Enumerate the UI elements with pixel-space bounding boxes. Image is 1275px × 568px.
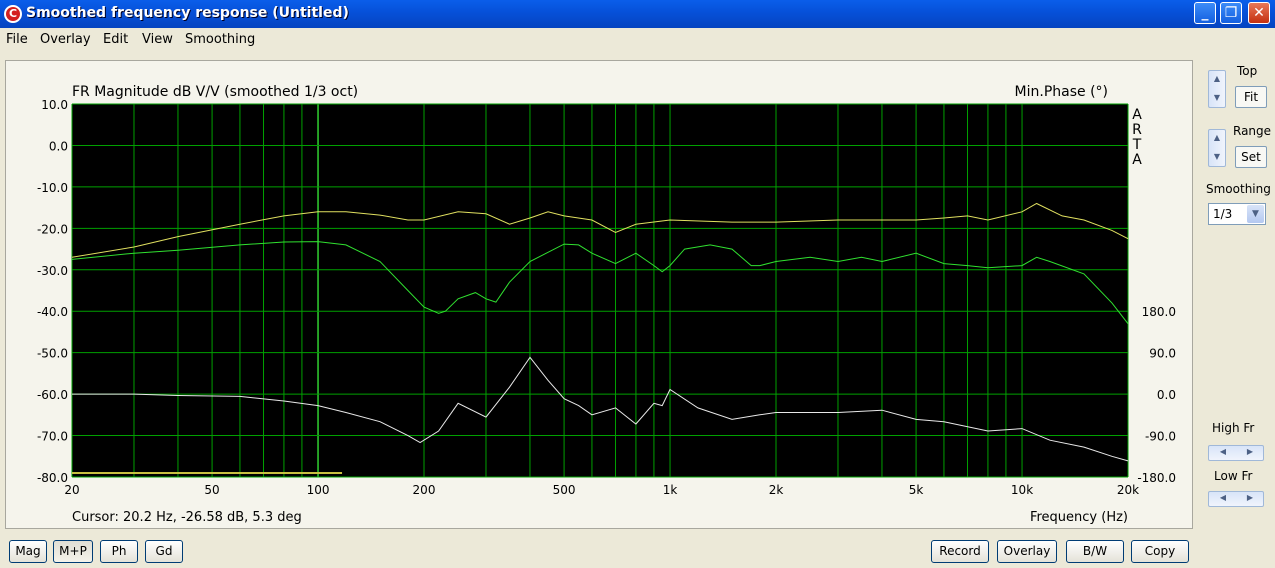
frequency-axis-label: Frequency (Hz)	[1030, 510, 1128, 525]
arta-watermark-letter: T	[1132, 137, 1142, 153]
frequency-tick-label: 50	[204, 483, 219, 497]
menu-file[interactable]: File	[6, 32, 28, 47]
low-fr-left-arrow-icon[interactable]: ◀	[1209, 493, 1237, 502]
frequency-tick-label: 200	[413, 483, 436, 497]
cursor-readout: Cursor: 20.2 Hz, -26.58 dB, 5.3 deg	[72, 510, 302, 525]
high-fr-spinner[interactable]: ◀ ▶	[1208, 445, 1264, 461]
magnitude-tick-label: -30.0	[37, 264, 68, 278]
smoothing-label: Smoothing	[1206, 182, 1271, 196]
magnitude-tick-label: -50.0	[37, 347, 68, 361]
phase-tick-label: 90.0	[1149, 347, 1176, 361]
phase-tick-label: -90.0	[1145, 430, 1176, 444]
overlay-button[interactable]: Overlay	[997, 540, 1057, 563]
range-up-arrow-icon[interactable]: ▲	[1209, 133, 1225, 142]
magnitude-tick-label: -40.0	[37, 305, 68, 319]
restore-button[interactable]: ❐	[1220, 2, 1242, 24]
magnitude-tick-label: -60.0	[37, 388, 68, 402]
range-down-arrow-icon[interactable]: ▼	[1209, 152, 1225, 161]
plot-area[interactable]	[72, 104, 1128, 477]
menu-overlay[interactable]: Overlay	[40, 32, 91, 47]
arta-watermark-letter: A	[1132, 107, 1142, 123]
low-fr-label: Low Fr	[1214, 469, 1253, 483]
minimize-button[interactable]: _	[1194, 2, 1216, 24]
frequency-tick-label: 2k	[769, 483, 784, 497]
phase-tick-label: 180.0	[1142, 305, 1176, 319]
frequency-tick-label: 20	[64, 483, 79, 497]
record-button[interactable]: Record	[931, 540, 989, 563]
mag-phase-button[interactable]: M+P	[53, 540, 93, 563]
low-fr-spinner[interactable]: ◀ ▶	[1208, 491, 1264, 507]
title-bar: C Smoothed frequency response (Untitled)…	[0, 0, 1275, 28]
menu-bar: File Overlay Edit View Smoothing	[0, 28, 1275, 52]
range-spinner[interactable]: ▲ ▼	[1208, 129, 1226, 167]
smoothing-value: 1/3	[1213, 207, 1233, 221]
magnitude-tick-label: 10.0	[41, 98, 68, 112]
frequency-tick-label: 1k	[663, 483, 678, 497]
magnitude-tick-label: -10.0	[37, 181, 68, 195]
magnitude-axis-title: FR Magnitude dB V/V (smoothed 1/3 oct)	[72, 84, 358, 100]
frequency-tick-label: 100	[307, 483, 330, 497]
magnitude-tick-label: -70.0	[37, 430, 68, 444]
low-fr-right-arrow-icon[interactable]: ▶	[1236, 493, 1264, 502]
close-button[interactable]: ✕	[1248, 2, 1270, 24]
magnitude-tick-label: -20.0	[37, 222, 68, 236]
chevron-down-icon[interactable]: ▼	[1247, 205, 1264, 223]
mag-button[interactable]: Mag	[9, 540, 47, 563]
magnitude-tick-label: 0.0	[49, 139, 68, 153]
frequency-response-chart[interactable]: FR Magnitude dB V/V (smoothed 1/3 oct) Mi…	[6, 61, 1194, 530]
high-fr-right-arrow-icon[interactable]: ▶	[1236, 447, 1264, 456]
menu-edit[interactable]: Edit	[103, 32, 128, 47]
range-label: Range	[1233, 124, 1272, 138]
frequency-tick-label: 500	[553, 483, 576, 497]
top-down-arrow-icon[interactable]: ▼	[1209, 93, 1225, 102]
phase-tick-label: -180.0	[1137, 471, 1176, 485]
group-delay-button[interactable]: Gd	[145, 540, 183, 563]
smoothing-select[interactable]: 1/3 ▼	[1208, 203, 1266, 225]
phase-button[interactable]: Ph	[100, 540, 138, 563]
top-spinner[interactable]: ▲ ▼	[1208, 70, 1226, 108]
high-fr-label: High Fr	[1212, 421, 1255, 435]
phase-tick-label: 0.0	[1157, 388, 1176, 402]
frequency-tick-label: 5k	[909, 483, 924, 497]
plot-panel: FR Magnitude dB V/V (smoothed 1/3 oct) Mi…	[5, 60, 1193, 529]
top-up-arrow-icon[interactable]: ▲	[1209, 74, 1225, 83]
copy-button[interactable]: Copy	[1131, 540, 1189, 563]
menu-view[interactable]: View	[142, 32, 173, 47]
window-title: Smoothed frequency response (Untitled)	[26, 5, 349, 21]
phase-axis-title: Min.Phase (°)	[1015, 84, 1108, 100]
arta-watermark-letter: R	[1132, 122, 1142, 138]
bw-button[interactable]: B/W	[1066, 540, 1124, 563]
frequency-tick-label: 20k	[1117, 483, 1139, 497]
high-fr-left-arrow-icon[interactable]: ◀	[1209, 447, 1237, 456]
top-label: Top	[1237, 64, 1258, 78]
frequency-tick-label: 10k	[1011, 483, 1033, 497]
app-icon: C	[4, 5, 22, 23]
fit-button[interactable]: Fit	[1235, 86, 1267, 108]
set-button[interactable]: Set	[1235, 146, 1267, 168]
magnitude-tick-label: -80.0	[37, 471, 68, 485]
menu-smoothing[interactable]: Smoothing	[185, 32, 255, 47]
arta-watermark-letter: A	[1132, 152, 1142, 168]
